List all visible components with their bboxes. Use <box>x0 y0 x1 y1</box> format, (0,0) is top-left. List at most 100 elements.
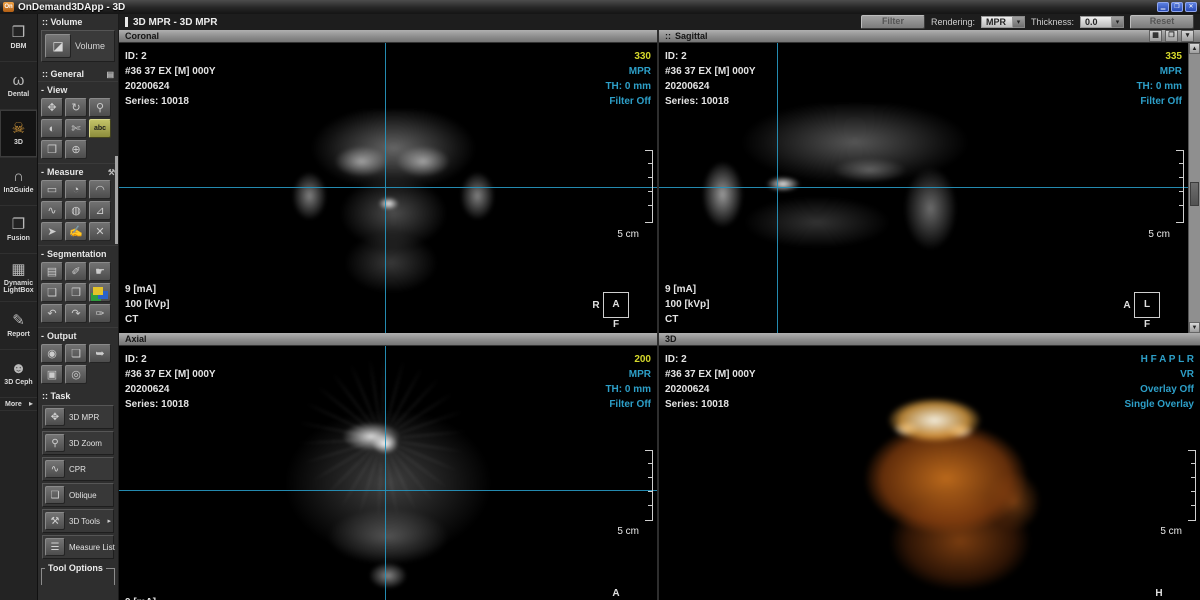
restore-button[interactable]: ❐ <box>1171 2 1183 12</box>
thickness-select[interactable]: 0.0 ▾ <box>1080 16 1124 28</box>
coronal-ct-image <box>270 110 517 301</box>
rendering-select[interactable]: MPR ▾ <box>981 16 1025 28</box>
layout-grid-icon[interactable]: ▦ <box>1149 30 1162 42</box>
sidebar-item-more[interactable]: More▸ <box>0 398 37 411</box>
brightness-contrast-tool[interactable]: ◐ <box>41 119 63 138</box>
reset-button[interactable]: Reset <box>1130 15 1194 29</box>
drag-handle-icon[interactable]: :: <box>665 31 671 41</box>
sidebar-item-dbm[interactable]: ❒DBM <box>0 14 37 62</box>
redo-seg-tool[interactable]: ↷ <box>65 304 87 323</box>
select-measure-tool[interactable]: ➤ <box>41 222 63 241</box>
sagittal-header[interactable]: :: Sagittal ▦❐▾ <box>659 30 1200 43</box>
annotation-tool[interactable]: abc <box>89 119 111 138</box>
sidebar-item-3d[interactable]: ☠3D <box>0 110 37 158</box>
measure-tools-icon[interactable]: ⚒ <box>108 168 115 177</box>
sagittal-canvas[interactable]: ID: 2#36 37 EX [M] 000Y20200624Series: 1… <box>659 43 1200 333</box>
3d-canvas[interactable]: ID: 2#36 37 EX [M] 000Y20200624Series: 1… <box>659 346 1200 600</box>
layout-menu-icon[interactable]: ▾ <box>1181 30 1194 42</box>
axial-header[interactable]: Axial <box>119 333 657 346</box>
angle-tool[interactable]: ⊿ <box>89 201 111 220</box>
color-mask-tool[interactable] <box>89 283 111 302</box>
zoom-cube-icon: ⚲ <box>45 434 65 452</box>
sidebar-item-in2guide[interactable]: ∩In2Guide <box>0 158 37 206</box>
coronal-header[interactable]: Coronal <box>119 30 657 43</box>
print-tool[interactable]: ▣ <box>41 365 63 384</box>
protractor-tool[interactable]: ◠ <box>89 180 111 199</box>
3d-scale-label: 5 cm <box>1160 526 1182 537</box>
sidebar-item-dental[interactable]: ωDental <box>0 62 37 110</box>
sidebar-item-lightbox[interactable]: ▦Dynamic LightBox <box>0 254 37 302</box>
capture-tool[interactable]: ◉ <box>41 344 63 363</box>
sagittal-vertical-crosshair[interactable] <box>777 43 778 333</box>
axial-scale-label: 5 cm <box>617 526 639 537</box>
coronal-horizontal-crosshair[interactable] <box>119 187 657 188</box>
filter-button[interactable]: Filter <box>861 15 925 29</box>
region-grow-tool[interactable]: ☛ <box>89 262 111 281</box>
note-tool[interactable]: ✍ <box>65 222 87 241</box>
threshold-tool[interactable]: ▤ <box>41 262 63 281</box>
general-panel-icon[interactable]: ▤ <box>106 70 114 79</box>
thickness-label: Thickness: <box>1031 17 1074 27</box>
axial-canvas[interactable]: ID: 2#36 37 EX [M] 000Y20200624Series: 1… <box>119 346 657 600</box>
tab-marker <box>125 17 128 27</box>
output-subsection-header[interactable]: -Output <box>38 327 118 342</box>
axial-vertical-crosshair[interactable] <box>385 346 386 600</box>
volume-crop-tool[interactable]: ❒ <box>65 283 87 302</box>
overlay-tool[interactable]: ❐ <box>41 140 63 159</box>
active-tab-label[interactable]: 3D MPR - 3D MPR <box>133 17 217 28</box>
zoom-tool[interactable]: ⚲ <box>89 98 111 117</box>
reset-orientation-tool[interactable]: ⊕ <box>65 140 87 159</box>
burn-cd-tool[interactable]: ◎ <box>65 365 87 384</box>
axial-horizontal-crosshair[interactable] <box>119 490 657 491</box>
minimize-button[interactable]: ▁ <box>1157 2 1169 12</box>
undo-seg-tool[interactable]: ↶ <box>41 304 63 323</box>
task-cpr[interactable]: ∿CPR <box>42 457 114 481</box>
sagittal-slice-scrollbar[interactable]: ▲ ▼ <box>1188 43 1200 333</box>
sagittal-horizontal-crosshair[interactable] <box>659 187 1188 188</box>
pan-tool[interactable]: ✥ <box>41 98 63 117</box>
dropdown-arrow-icon[interactable]: ▾ <box>1013 16 1025 28</box>
task-oblique[interactable]: ❑Oblique <box>42 483 114 507</box>
copy-tool[interactable]: ❏ <box>65 344 87 363</box>
coronal-status: 330MPRTH: 0 mmFilter Off <box>605 49 651 109</box>
coronal-vertical-crosshair[interactable] <box>385 43 386 333</box>
segmentation-subsection-header[interactable]: -Segmentation <box>38 245 118 260</box>
dropdown-arrow-icon[interactable]: ▾ <box>1112 16 1124 28</box>
ruler-tool[interactable]: ▭ <box>41 180 63 199</box>
3d-scale-bar <box>1188 450 1196 521</box>
profile-tool[interactable]: ∿ <box>41 201 63 220</box>
window-title: OnDemand3DApp - 3D <box>18 2 125 13</box>
task-3d-mpr[interactable]: ✥3D MPR <box>42 405 114 429</box>
sidebar-item-3dceph[interactable]: ☻3D Ceph <box>0 350 37 398</box>
coronal-scale-label: 5 cm <box>617 229 639 240</box>
measure-subsection-header[interactable]: -Measure ⚒ <box>38 163 118 178</box>
close-button[interactable]: ✕ <box>1185 2 1197 12</box>
knife-tool[interactable]: ✐ <box>65 262 87 281</box>
sidebar-item-report[interactable]: ✎Report <box>0 302 37 350</box>
tool-options-group: Tool Options <box>41 568 115 585</box>
rotate-tool[interactable]: ↻ <box>65 98 87 117</box>
coronal-canvas[interactable]: ID: 2#36 37 EX [M] 000Y20200624Series: 1… <box>119 43 657 333</box>
task-measure-list[interactable]: ☰Measure List <box>42 535 114 559</box>
sagittal-scale-bar <box>1176 150 1184 223</box>
axial-patient-info: ID: 2#36 37 EX [M] 000Y20200624Series: 1… <box>125 352 216 412</box>
area-tool[interactable]: ◔ <box>65 180 87 199</box>
3d-header[interactable]: 3D <box>659 333 1200 346</box>
sidebar-item-fusion[interactable]: ❐Fusion <box>0 206 37 254</box>
submenu-arrow-icon: ▸ <box>107 517 111 525</box>
sagittal-scale-label: 5 cm <box>1148 229 1170 240</box>
measure-tool-grid: ▭◔◠ ∿◍⊿ ➤✍✕ <box>38 178 118 245</box>
volume-button[interactable]: ◪ Volume <box>41 30 115 62</box>
swap-layout-icon[interactable]: ❐ <box>1165 30 1178 42</box>
sphere-measure-tool[interactable]: ◍ <box>65 201 87 220</box>
crop-tool[interactable]: ❑ <box>41 283 63 302</box>
delete-measure-tool[interactable]: ✕ <box>89 222 111 241</box>
sculpt-tool[interactable]: ✑ <box>89 304 111 323</box>
view-subsection-header[interactable]: -View <box>38 81 118 96</box>
export-tool[interactable]: ➥ <box>89 344 111 363</box>
windowing-tool[interactable]: ✄ <box>65 119 87 138</box>
tool-panel-scrollbar[interactable] <box>115 156 118 244</box>
viewport-axial: Axial ID: 2#36 37 EX [M] 000Y20200624Ser… <box>119 333 657 600</box>
task-3d-tools[interactable]: ⚒3D Tools▸ <box>42 509 114 533</box>
task-3d-zoom[interactable]: ⚲3D Zoom <box>42 431 114 455</box>
